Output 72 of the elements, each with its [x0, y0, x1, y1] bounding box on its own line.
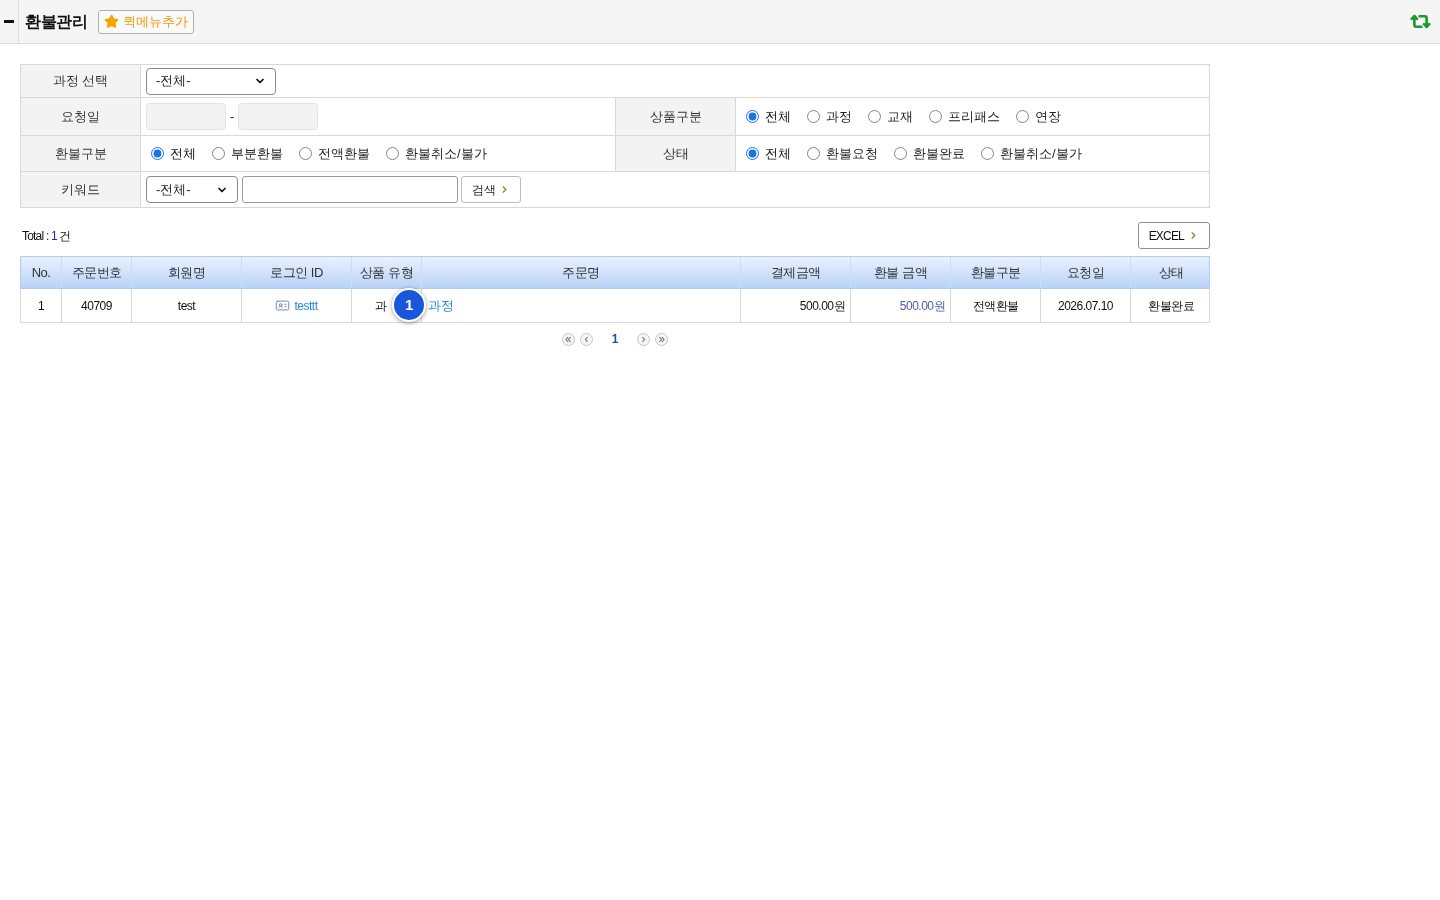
- filter-label: 요청일: [61, 107, 100, 126]
- radio-label: 환불완료: [913, 144, 965, 163]
- table-cell-text: 500.00원: [899, 297, 945, 315]
- radio-label: 교재: [887, 107, 913, 126]
- column-header: 환불구분: [970, 263, 1021, 282]
- id-card-icon: [275, 298, 291, 313]
- date-input[interactable]: [146, 103, 226, 130]
- radio-label: 전액환불: [318, 144, 370, 163]
- radio-button[interactable]: [894, 147, 907, 160]
- filter-label: 환불구분: [54, 144, 107, 163]
- column-header: 상태: [1158, 263, 1184, 282]
- radio-button[interactable]: [868, 110, 881, 123]
- previous-page-icon[interactable]: [579, 332, 593, 346]
- first-page-icon[interactable]: [561, 332, 575, 346]
- order-name-link[interactable]: 과정: [428, 295, 453, 316]
- last-page-icon[interactable]: [655, 332, 669, 346]
- column-header: 주문명: [562, 263, 600, 282]
- next-page-icon[interactable]: [637, 332, 651, 346]
- date-separator: -: [230, 107, 235, 126]
- search-button[interactable]: 검색: [461, 176, 521, 203]
- column-header: 회원명: [167, 263, 206, 282]
- radio-button[interactable]: [929, 110, 942, 123]
- radio-label: 과정: [826, 107, 852, 126]
- radio-button[interactable]: [981, 147, 994, 160]
- table-cell-text: 과: [375, 297, 387, 315]
- filter-label: 키워드: [61, 180, 100, 199]
- table-cell-text: 환불완료: [1148, 297, 1194, 315]
- page-link[interactable]: 1: [611, 330, 619, 348]
- table-cell-text: 500.00원: [799, 297, 845, 315]
- table-cell-text: 전액환불: [972, 297, 1019, 315]
- radio-label: 환불취소/불가: [1000, 144, 1082, 163]
- keyword-type-select[interactable]: -전체-: [146, 176, 238, 203]
- course-select[interactable]: -전체-: [146, 67, 276, 95]
- total-count-text: Total : 1 건: [22, 227, 71, 245]
- radio-button[interactable]: [386, 147, 399, 160]
- page-title: 환불관리: [25, 11, 87, 32]
- radio-button[interactable]: [807, 147, 820, 160]
- radio-label: 전체: [765, 144, 791, 163]
- radio-button[interactable]: [151, 147, 164, 160]
- filter-label: 상품구분: [649, 107, 702, 126]
- radio-label: 환불요청: [826, 144, 878, 163]
- radio-button[interactable]: [212, 147, 225, 160]
- radio-button[interactable]: [746, 110, 759, 123]
- column-header: 상품 유형: [359, 263, 414, 282]
- table-cell-text: 40709: [81, 297, 112, 315]
- radio-label: 프리패스: [948, 107, 1000, 126]
- radio-button[interactable]: [1016, 110, 1029, 123]
- filter-label: 상태: [662, 144, 689, 163]
- column-header: 로그인 ID: [270, 263, 323, 282]
- radio-label: 연장: [1035, 107, 1061, 126]
- user-id-link[interactable]: testtt: [294, 296, 318, 315]
- column-header: 결제금액: [770, 263, 821, 282]
- column-header: 환불 금액: [873, 263, 928, 282]
- radio-label: 전체: [170, 144, 196, 163]
- table-cell-text: 1: [37, 297, 45, 315]
- filter-label: 과정 선택: [52, 72, 109, 91]
- star-icon: [104, 14, 119, 29]
- radio-button[interactable]: [746, 147, 759, 160]
- table-cell-text: 2026.07.10: [1057, 297, 1114, 315]
- radio-label: 환불취소/불가: [405, 144, 487, 163]
- column-header: 요청일: [1066, 263, 1105, 282]
- step-marker: 1: [392, 288, 426, 322]
- column-header: 주문번호: [71, 263, 122, 282]
- radio-button[interactable]: [807, 110, 820, 123]
- excel-button[interactable]: EXCEL: [1137, 222, 1210, 249]
- column-header: No.: [31, 263, 51, 282]
- radio-label: 부분환불: [231, 144, 283, 163]
- radio-button[interactable]: [299, 147, 312, 160]
- keyword-input[interactable]: [242, 176, 458, 203]
- date-input[interactable]: [238, 103, 319, 130]
- radio-label: 전체: [765, 107, 791, 126]
- table-cell-text: test: [177, 297, 196, 315]
